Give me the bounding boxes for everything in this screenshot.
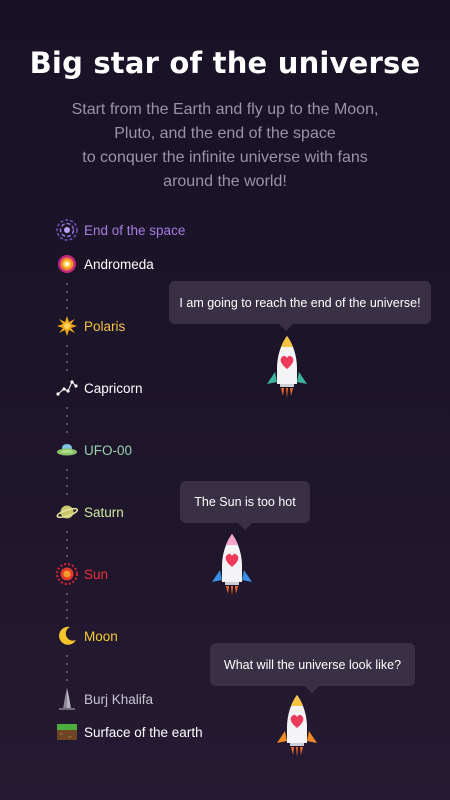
ufo-icon <box>56 439 78 461</box>
path-connector <box>66 469 68 501</box>
level-ufo-00: UFO-00 <box>56 439 132 461</box>
level-sun: Sun <box>56 563 108 585</box>
moon-icon <box>56 625 78 647</box>
galaxy-icon <box>56 219 78 241</box>
subtitle-line-1: Start from the Earth and fly up to the M… <box>71 101 379 118</box>
level-label: Moon <box>84 628 118 644</box>
constellation-icon <box>56 377 78 399</box>
path-connector <box>66 407 68 439</box>
page-subtitle: Start from the Earth and fly up to the M… <box>40 98 410 194</box>
page-title: Big star of the universe <box>29 46 421 80</box>
level-label: Sun <box>84 566 109 582</box>
level-label: End of the space <box>84 222 186 238</box>
level-moon: Moon <box>56 625 118 647</box>
level-surface-of-the-earth: Surface of the earth <box>56 721 203 743</box>
level-label: UFO-00 <box>84 442 133 458</box>
speech-bubble: What will the universe look like? <box>210 643 415 693</box>
path-connector <box>66 283 68 315</box>
level-label: Polaris <box>84 318 126 334</box>
saturn-icon <box>56 501 78 523</box>
subtitle-line-4: around the world! <box>163 173 287 190</box>
path-connector <box>66 345 68 377</box>
rocket-orange <box>273 695 321 764</box>
polaris-star-icon <box>56 315 78 337</box>
subtitle-line-2: Pluto, and the end of the space <box>114 125 336 142</box>
path-connector <box>66 531 68 563</box>
rocket-pink <box>208 534 256 603</box>
level-label: Andromeda <box>84 256 154 272</box>
path-connector <box>66 593 68 625</box>
level-label: Capricorn <box>84 380 143 396</box>
speech-bubble: The Sun is too hot <box>180 481 310 530</box>
subtitle-line-3: to conquer the infinite universe with fa… <box>82 149 368 166</box>
andromeda-icon <box>56 253 78 275</box>
level-burj-khalifa: Burj Khalifa <box>56 688 153 710</box>
level-label: Saturn <box>84 504 124 520</box>
level-label: Burj Khalifa <box>84 691 154 707</box>
level-saturn: Saturn <box>56 501 124 523</box>
level-andromeda: Andromeda <box>56 253 154 275</box>
rocket-green <box>263 336 311 405</box>
level-polaris: Polaris <box>56 315 125 337</box>
path-connector <box>66 655 68 687</box>
earth-surface-icon <box>56 721 78 743</box>
level-capricorn: Capricorn <box>56 377 143 399</box>
speech-bubble: I am going to reach the end of the unive… <box>169 281 431 331</box>
tower-icon <box>56 688 78 710</box>
level-end-of-the-space: End of the space <box>56 219 185 241</box>
sun-icon <box>56 563 78 585</box>
level-label: Surface of the earth <box>84 724 203 740</box>
